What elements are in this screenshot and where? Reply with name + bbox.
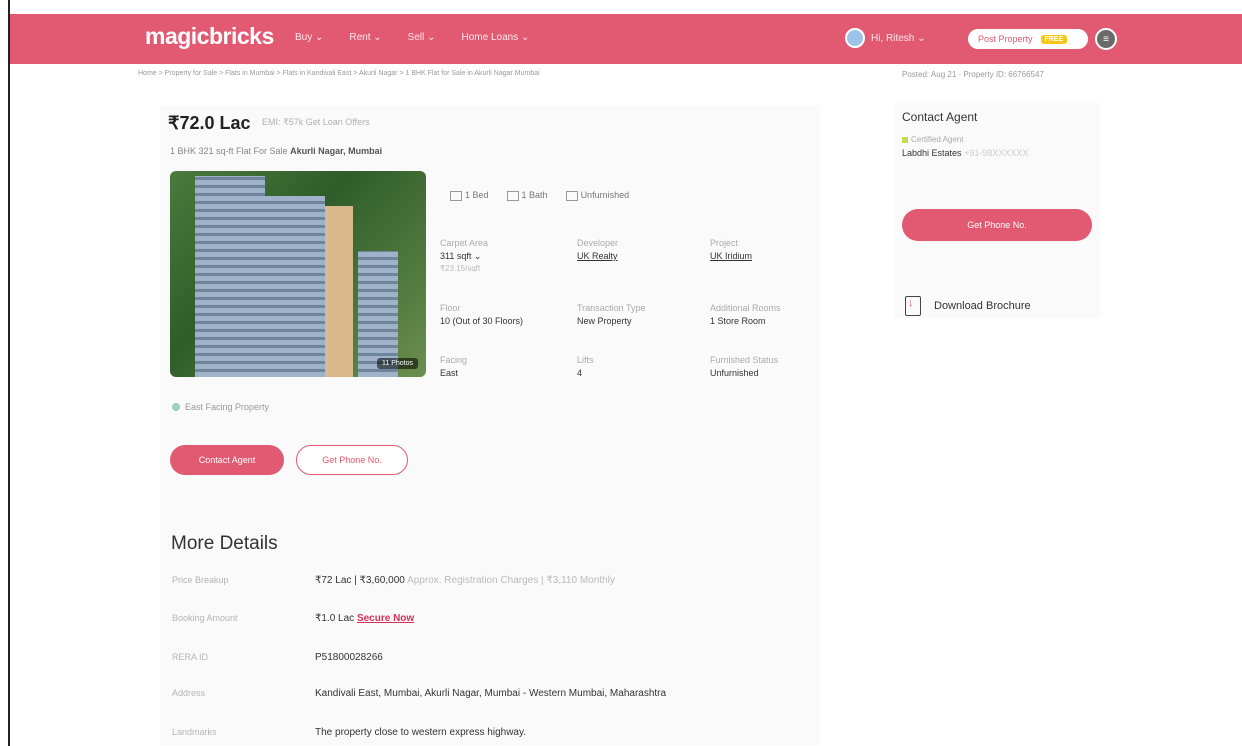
bath-icon: [506, 190, 519, 201]
hamburger-menu-icon[interactable]: ≡: [1095, 28, 1117, 50]
furnishing-icon: [565, 190, 578, 201]
download-brochure-link[interactable]: Download Brochure: [905, 296, 1031, 316]
spec-transaction: Transaction Type New Property: [577, 303, 646, 326]
post-property-button[interactable]: Post Property FREE: [968, 29, 1088, 49]
secure-now-link[interactable]: Secure Now: [357, 613, 414, 624]
spec-lifts: Lifts 4: [577, 355, 594, 378]
sidebar-title: Contact Agent: [902, 110, 978, 124]
user-menu[interactable]: Hi, Ritesh ⌄: [845, 28, 926, 48]
download-pdf-icon: [905, 296, 921, 316]
bed-icon: [450, 190, 462, 201]
photo-count-badge[interactable]: 11 Photos: [376, 358, 418, 369]
more-details-title: More Details: [171, 533, 278, 554]
project-link[interactable]: UK Iridium: [710, 251, 752, 261]
nav-sell[interactable]: Sell ⌄: [408, 32, 436, 43]
free-badge: FREE: [1040, 34, 1068, 44]
nav-rent[interactable]: Rent ⌄: [349, 32, 381, 43]
listing-price: ₹72.0 Lac: [168, 113, 251, 133]
main-nav: Buy ⌄ Rent ⌄ Sell ⌄ Home Loans ⌄: [295, 32, 529, 43]
agent-phone: +91-98XXXXXX: [964, 148, 1029, 158]
quick-fact-bed: 1 Bed: [450, 190, 489, 201]
nav-buy[interactable]: Buy ⌄: [295, 32, 323, 43]
certified-icon: [902, 136, 908, 143]
listing-location: Akurli Nagar, Mumbai: [290, 146, 383, 156]
listing-subtitle: 1 BHK 321 sq-ft Flat For Sale Akurli Nag…: [170, 146, 382, 156]
post-property-label: Post Property: [978, 34, 1033, 44]
property-photo[interactable]: 11 Photos: [170, 171, 426, 377]
listing-config: 1 BHK 321 sq-ft Flat For Sale: [170, 146, 288, 156]
agent-info: Labdhi Estates +91-98XXXXXX: [902, 148, 1028, 158]
east-facing-tag: East Facing Property: [172, 402, 269, 412]
compass-icon: [172, 403, 180, 411]
top-navbar: magicbricks Buy ⌄ Rent ⌄ Sell ⌄ Home Loa…: [10, 14, 1242, 64]
spec-developer: Developer UK Realty: [577, 238, 619, 261]
spec-carpet-area: Carpet Area 311 sqft ⌄ ₹23.15/sqft: [440, 238, 489, 273]
posted-info: Posted: Aug 21 · Property ID: 66766547: [902, 70, 1044, 79]
agent-name: Labdhi Estates: [902, 148, 962, 158]
get-phone-button[interactable]: Get Phone No.: [296, 445, 408, 475]
contact-agent-button[interactable]: Contact Agent: [170, 445, 284, 475]
quick-facts: 1 Bed 1 Bath Unfurnished: [450, 190, 629, 201]
spec-project: Project UK Iridium: [710, 238, 753, 261]
emi-info[interactable]: EMI: ₹57k Get Loan Offers: [262, 117, 370, 128]
quick-fact-furnishing: Unfurnished: [565, 190, 629, 201]
user-greeting: Hi, Ritesh ⌄: [871, 32, 926, 44]
nav-home-loans[interactable]: Home Loans ⌄: [462, 32, 530, 43]
window-border: [8, 0, 10, 746]
avatar: [845, 28, 865, 48]
download-brochure-label: Download Brochure: [934, 300, 1031, 312]
site-logo[interactable]: magicbricks: [145, 23, 274, 50]
spec-facing: Facing East: [440, 355, 468, 378]
breadcrumb[interactable]: Home > Property for Sale > Flats in Mumb…: [138, 70, 540, 77]
tower-image: [195, 176, 265, 377]
spec-additional-rooms: Additional Rooms 1 Store Room: [710, 303, 781, 326]
certified-badge: Certified Agent: [902, 135, 963, 144]
sidebar-get-phone-button[interactable]: Get Phone No.: [902, 209, 1092, 241]
spec-floor: Floor 10 (Out of 30 Floors): [440, 303, 524, 326]
tower-image: [265, 196, 325, 377]
tower-image: [325, 206, 353, 377]
quick-fact-bath: 1 Bath: [506, 190, 548, 201]
developer-link[interactable]: UK Realty: [577, 251, 618, 261]
spec-furnished-status: Furnished Status Unfurnished: [710, 355, 779, 378]
